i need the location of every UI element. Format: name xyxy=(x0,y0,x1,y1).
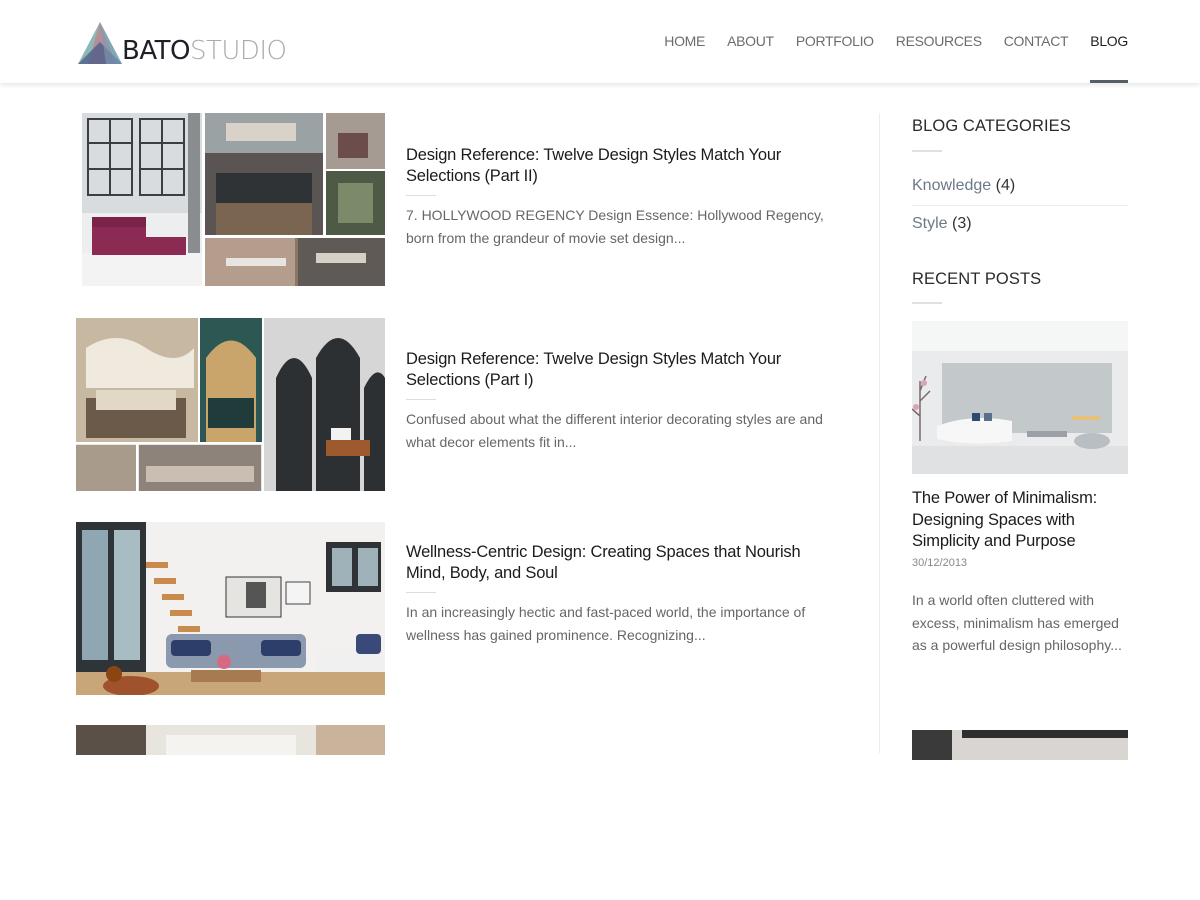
post-excerpt: 7. HOLLYWOOD REGENCY Design Essence: Hol… xyxy=(406,207,824,246)
category-divider xyxy=(912,205,1128,206)
post-excerpt: Confused about what the different interi… xyxy=(406,411,823,450)
post-thumbnail-collage[interactable] xyxy=(76,113,385,286)
post-title[interactable]: Wellness-Centric Design: Creating Spaces… xyxy=(406,542,826,584)
post-thumbnail[interactable] xyxy=(76,522,385,695)
post-divider xyxy=(406,399,436,400)
nav-blog[interactable]: BLOG xyxy=(1090,0,1128,83)
post-divider xyxy=(406,195,436,196)
post-title[interactable]: Design Reference: Twelve Design Styles M… xyxy=(406,145,826,187)
heading-underline xyxy=(912,302,942,304)
site-logo[interactable]: BATO STUDIO xyxy=(76,18,287,66)
recent-post-date: 30/12/2013 xyxy=(912,557,968,569)
post-title[interactable]: Design Reference: Twelve Design Styles M… xyxy=(406,349,826,391)
logo-text-bato: BATO xyxy=(122,36,190,66)
blog-post-item: Wellness-Centric Design: Creating Spaces… xyxy=(76,522,836,697)
logo-triangle-icon xyxy=(76,20,128,66)
main-nav: HOME ABOUT PORTFOLIO RESOURCES CONTACT B… xyxy=(642,0,1128,83)
heading-underline xyxy=(912,150,942,152)
category-link-style[interactable]: Style (3) xyxy=(912,215,1128,233)
category-name: Style xyxy=(912,215,948,232)
category-count: (4) xyxy=(995,177,1016,194)
recent-posts-heading: RECENT POSTS xyxy=(912,270,1042,288)
recent-post-thumbnail[interactable] xyxy=(912,321,1128,474)
post-thumbnail[interactable] xyxy=(76,725,385,755)
recent-post-thumbnail[interactable] xyxy=(912,730,1128,760)
post-excerpt: In an increasingly hectic and fast-paced… xyxy=(406,604,806,643)
post-divider xyxy=(406,592,436,593)
nav-about[interactable]: ABOUT xyxy=(727,0,774,83)
nav-portfolio[interactable]: PORTFOLIO xyxy=(796,0,874,83)
category-link-knowledge[interactable]: Knowledge (4) xyxy=(912,177,1128,195)
blog-post-item: Design Reference: Twelve Design Styles M… xyxy=(76,113,836,288)
blog-post-item xyxy=(76,725,836,900)
recent-post-excerpt: In a world often cluttered with excess, … xyxy=(912,592,1122,653)
blog-categories-heading: BLOG CATEGORIES xyxy=(912,117,1071,135)
category-name: Knowledge xyxy=(912,177,992,194)
post-thumbnail-collage[interactable] xyxy=(76,318,385,491)
nav-contact[interactable]: CONTACT xyxy=(1004,0,1069,83)
recent-post-title[interactable]: The Power of Minimalism: Designing Space… xyxy=(912,488,1128,553)
blog-post-item: Design Reference: Twelve Design Styles M… xyxy=(76,318,836,493)
nav-home[interactable]: HOME xyxy=(664,0,705,83)
logo-text-studio: STUDIO xyxy=(189,36,287,66)
category-count: (3) xyxy=(952,215,972,232)
site-header: BATO STUDIO HOME ABOUT PORTFOLIO RESOURC… xyxy=(0,0,1200,83)
nav-resources[interactable]: RESOURCES xyxy=(896,0,982,83)
sidebar-divider xyxy=(879,113,880,753)
